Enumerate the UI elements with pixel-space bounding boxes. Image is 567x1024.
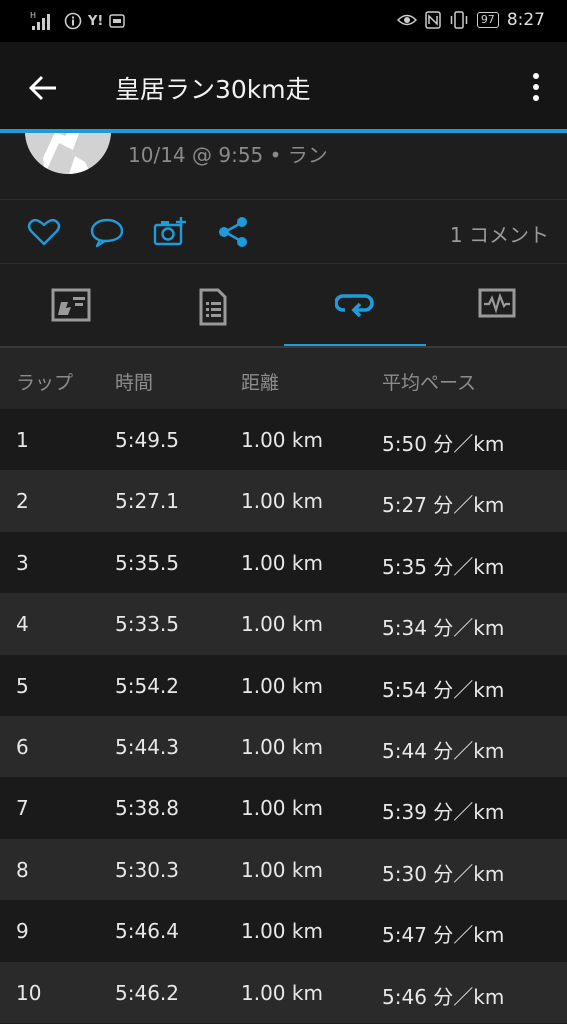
lap-number: 2 <box>16 489 29 514</box>
lap-pace: 5:39 分／km <box>382 800 505 825</box>
lap-time: 5:33.5 <box>115 612 179 637</box>
lap-number: 7 <box>16 796 29 821</box>
tab-stats[interactable] <box>0 264 141 348</box>
lap-time: 5:54.2 <box>115 673 179 698</box>
header-time: 時間 <box>115 372 154 394</box>
laps-table-header: ラップ 時間 距離 平均ペース <box>0 348 567 409</box>
table-row[interactable]: 2 5:27.1 1.00 km 5:27 分／km <box>0 470 567 532</box>
lap-distance: 1.00 km <box>241 428 323 452</box>
yahoo-icon: Y! <box>88 13 104 29</box>
comment-icon[interactable] <box>90 216 124 248</box>
app-icon <box>109 14 126 28</box>
laps-table: 1 5:49.5 1.00 km 5:50 分／km 2 5:27.1 1.00… <box>0 409 567 1023</box>
lap-number: 6 <box>16 734 29 759</box>
status-bar: H Y! 97 8:27 <box>0 0 567 42</box>
lap-pace: 5:30 分／km <box>382 861 505 886</box>
table-row[interactable]: 5 5:54.2 1.00 km 5:54 分／km <box>0 654 567 716</box>
lap-time: 5:49.5 <box>115 428 179 452</box>
table-row[interactable]: 1 5:49.5 1.00 km 5:50 分／km <box>0 409 567 471</box>
vibrate-icon <box>450 11 468 29</box>
lap-number: 5 <box>16 673 29 698</box>
lap-distance: 1.00 km <box>241 980 323 1005</box>
charts-icon <box>478 288 515 318</box>
more-vert-icon[interactable] <box>531 72 541 102</box>
battery-icon: 97 <box>476 12 499 28</box>
table-row[interactable]: 8 5:30.3 1.00 km 5:30 分／km <box>0 838 567 901</box>
lap-pace: 5:54 分／km <box>382 677 505 702</box>
lap-number: 3 <box>16 550 29 575</box>
lap-time: 5:30.3 <box>115 857 179 882</box>
activity-meta: 10/14 @ 9:55 • ラン <box>128 143 328 167</box>
tab-laps[interactable] <box>284 264 425 348</box>
page-title: 皇居ラン30km走 <box>115 75 311 104</box>
header-distance: 距離 <box>241 372 280 394</box>
info-icon <box>64 12 82 30</box>
lap-distance: 1.00 km <box>241 612 323 637</box>
lap-distance: 1.00 km <box>241 489 323 514</box>
avatar[interactable] <box>25 133 111 174</box>
action-row: 1 コメント <box>0 200 567 263</box>
lap-time: 5:44.3 <box>115 734 179 759</box>
lap-time: 5:46.2 <box>115 980 179 1005</box>
lap-number: 1 <box>16 428 29 452</box>
lap-pace: 5:46 分／km <box>382 984 505 1009</box>
back-arrow-icon[interactable] <box>28 72 60 104</box>
table-row[interactable]: 6 5:44.3 1.00 km 5:44 分／km <box>0 715 567 778</box>
status-left: H Y! <box>28 10 126 32</box>
lap-number: 10 <box>16 980 42 1005</box>
lap-number: 8 <box>16 857 29 882</box>
lap-time: 5:46.4 <box>115 919 179 944</box>
tab-details[interactable] <box>142 264 283 348</box>
table-row[interactable]: 7 5:38.8 1.00 km 5:39 分／km <box>0 777 567 839</box>
header-avg-pace: 平均ペース <box>382 372 477 394</box>
signal-icon: H <box>30 11 50 30</box>
nfc-icon <box>425 11 441 29</box>
lap-distance: 1.00 km <box>241 796 323 821</box>
activity-header: 10/14 @ 9:55 • ラン <box>0 133 567 199</box>
table-row[interactable]: 4 5:33.5 1.00 km 5:34 分／km <box>0 593 567 655</box>
lap-number: 9 <box>16 919 29 944</box>
runner-silhouette-icon <box>25 133 111 174</box>
lap-pace: 5:34 分／km <box>382 616 505 641</box>
lap-pace: 5:35 分／km <box>382 554 505 579</box>
lap-pace: 5:27 分／km <box>382 493 505 518</box>
status-right: 97 8:27 <box>396 10 545 30</box>
lap-time: 5:27.1 <box>115 489 179 514</box>
status-time: 8:27 <box>506 10 545 30</box>
add-photo-icon[interactable] <box>153 216 187 248</box>
stats-icon <box>51 288 90 322</box>
lap-number: 4 <box>16 612 29 637</box>
table-row[interactable]: 3 5:35.5 1.00 km 5:35 分／km <box>0 531 567 594</box>
share-icon[interactable] <box>216 216 250 248</box>
lap-distance: 1.00 km <box>241 550 323 575</box>
lap-pace: 5:47 分／km <box>382 923 505 948</box>
comment-count[interactable]: 1 コメント <box>450 219 549 248</box>
details-icon <box>199 288 226 326</box>
lap-distance: 1.00 km <box>241 857 323 882</box>
table-row[interactable]: 10 5:46.2 1.00 km 5:46 分／km <box>0 961 567 1023</box>
lap-pace: 5:50 分／km <box>382 432 505 456</box>
table-row[interactable]: 9 5:46.4 1.00 km 5:47 分／km <box>0 900 567 962</box>
app-bar: 皇居ラン30km走 <box>0 42 567 130</box>
lap-pace: 5:44 分／km <box>382 738 505 763</box>
eye-icon <box>396 14 417 26</box>
tab-charts[interactable] <box>426 264 567 348</box>
heart-icon[interactable] <box>27 216 61 248</box>
lap-time: 5:38.8 <box>115 796 179 821</box>
lap-distance: 1.00 km <box>241 734 323 759</box>
svg-text:H: H <box>30 11 36 20</box>
header-lap: ラップ <box>16 372 74 394</box>
laps-icon <box>334 294 374 318</box>
lap-time: 5:35.5 <box>115 550 179 575</box>
lap-distance: 1.00 km <box>241 919 323 944</box>
tab-bar <box>0 264 567 348</box>
lap-distance: 1.00 km <box>241 673 323 698</box>
